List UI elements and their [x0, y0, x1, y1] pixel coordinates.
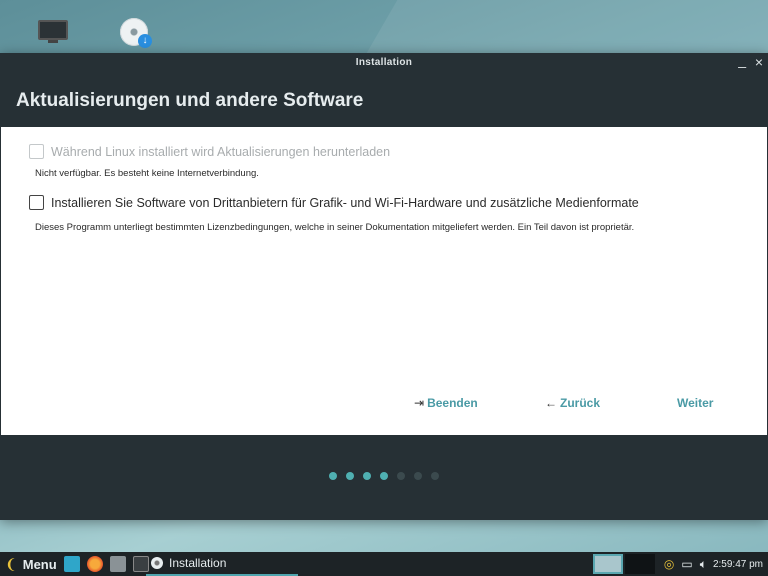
third-party-checkbox[interactable] [29, 195, 44, 210]
download-updates-option: Während Linux installiert wird Aktualisi… [29, 144, 390, 159]
third-party-option[interactable]: Installieren Sie Software von Drittanbie… [29, 195, 639, 210]
page-title: Aktualisierungen und andere Software [16, 90, 364, 111]
titlebar: Installation _ × [0, 52, 768, 73]
volume-icon[interactable]: 🔈︎ [700, 557, 707, 572]
task-label: Installation [169, 556, 227, 570]
install-disc-desktop-icon[interactable]: ↓ [118, 16, 154, 48]
workspace-1[interactable] [592, 554, 623, 574]
back-button[interactable]: ← Zurück [545, 396, 600, 410]
third-party-label[interactable]: Installieren Sie Software von Drittanbie… [51, 196, 639, 210]
workspace-2[interactable] [624, 554, 655, 574]
file-manager-icon[interactable] [109, 556, 126, 572]
quit-label: Beenden [427, 396, 478, 410]
network-icon[interactable]: ▭ [681, 557, 692, 571]
quit-button[interactable]: ⇥ Beenden [414, 396, 478, 410]
menu-label: Menu [22, 556, 57, 572]
mint-leaf-icon: ❨ [5, 555, 17, 572]
taskbar: ❨ Menu Installation ◎ ▭ 🔈︎ 2:59:47 pm [0, 552, 768, 576]
next-button[interactable]: Weiter [677, 396, 713, 410]
progress-dot [431, 472, 439, 480]
progress-dot [414, 472, 422, 480]
computer-desktop-icon[interactable] [36, 16, 72, 48]
show-desktop-icon[interactable] [63, 556, 80, 572]
minimize-icon[interactable]: _ [738, 52, 746, 68]
download-updates-checkbox [29, 144, 44, 159]
progress-dots [329, 472, 448, 480]
next-label: Weiter [677, 396, 714, 410]
content-panel: Während Linux installiert wird Aktualisi… [1, 127, 767, 435]
progress-dot [380, 472, 388, 480]
installer-icon [151, 557, 163, 569]
progress-dot [346, 472, 354, 480]
progress-dot [397, 472, 405, 480]
taskbar-task-installation[interactable]: Installation [146, 552, 298, 576]
exit-icon: ⇥ [414, 396, 425, 410]
third-party-note: Dieses Programm unterliegt bestimmten Li… [35, 222, 635, 233]
progress-dot [329, 472, 337, 480]
download-updates-label: Während Linux installiert wird Aktualisi… [51, 144, 391, 159]
update-manager-icon[interactable]: ◎ [664, 557, 674, 571]
window-title: Installation [355, 57, 413, 68]
progress-dot [363, 472, 371, 480]
system-tray: ◎ ▭ 🔈︎ 2:59:47 pm [592, 552, 768, 576]
clock[interactable]: 2:59:47 pm [713, 559, 763, 570]
download-updates-note: Nicht verfügbar. Es besteht keine Intern… [35, 168, 259, 179]
installer-window: Installation _ × Aktualisierungen und an… [0, 52, 768, 520]
firefox-icon[interactable] [86, 556, 103, 572]
arrow-left-icon: ← [545, 396, 557, 410]
desktop-shape [362, 0, 768, 60]
back-label: Zurück [560, 396, 601, 410]
menu-button[interactable]: ❨ Menu [5, 556, 57, 573]
page-header: Aktualisierungen und andere Software [0, 73, 768, 127]
close-icon[interactable]: × [755, 54, 763, 70]
